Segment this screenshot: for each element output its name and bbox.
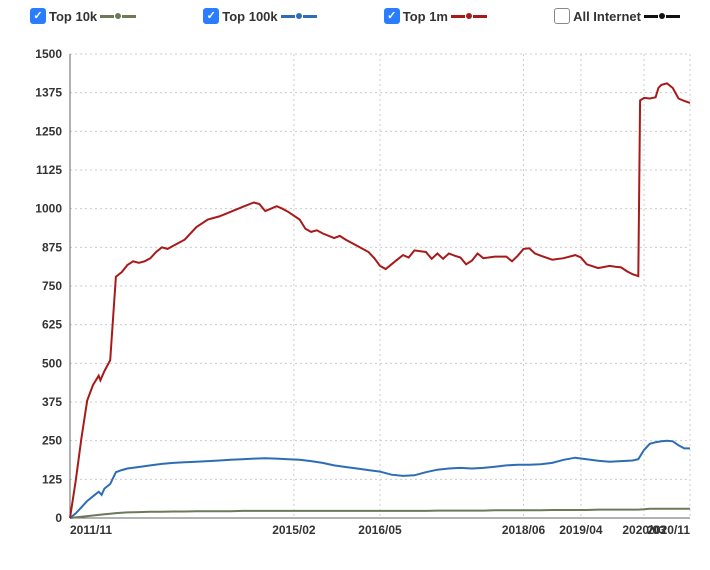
svg-text:875: 875	[42, 240, 62, 254]
dot-icon	[115, 13, 121, 19]
svg-text:250: 250	[42, 434, 62, 448]
svg-text:750: 750	[42, 279, 62, 293]
line-swatch	[303, 15, 317, 18]
svg-text:2011/11: 2011/11	[70, 523, 112, 537]
dot-icon	[296, 13, 302, 19]
checkbox-top100k[interactable]: ✓	[203, 8, 219, 24]
checkbox-all-internet[interactable]	[554, 8, 570, 24]
legend: ✓ Top 10k ✓ Top 100k ✓ Top 1m All Intern…	[0, 0, 710, 28]
dot-icon	[659, 13, 665, 19]
svg-text:2019/04: 2019/04	[559, 523, 603, 537]
legend-label: All Internet	[573, 9, 641, 24]
svg-text:625: 625	[42, 318, 62, 332]
legend-label: Top 100k	[222, 9, 277, 24]
legend-label: Top 10k	[49, 9, 97, 24]
svg-text:1125: 1125	[36, 163, 62, 177]
checkbox-top10k[interactable]: ✓	[30, 8, 46, 24]
legend-item-all-internet[interactable]: All Internet	[554, 8, 680, 24]
svg-text:125: 125	[42, 472, 62, 486]
legend-swatch	[644, 13, 680, 19]
svg-text:0: 0	[55, 511, 62, 525]
svg-text:2020/11: 2020/11	[647, 523, 690, 537]
legend-label: Top 1m	[403, 9, 448, 24]
line-swatch	[281, 15, 295, 18]
svg-text:1250: 1250	[35, 124, 62, 138]
legend-swatch	[100, 13, 136, 19]
checkbox-top1m[interactable]: ✓	[384, 8, 400, 24]
legend-swatch	[451, 13, 487, 19]
line-swatch	[644, 15, 658, 18]
legend-item-top10k[interactable]: ✓ Top 10k	[30, 8, 136, 24]
svg-text:1375: 1375	[35, 86, 62, 100]
chart-svg: 0 125 250 375 500 625 750 875 1000 1125 1250 1375 15…	[10, 40, 700, 560]
svg-text:375: 375	[42, 395, 62, 409]
line-swatch	[100, 15, 114, 18]
line-swatch	[473, 15, 487, 18]
svg-text:2016/05: 2016/05	[358, 523, 402, 537]
svg-text:500: 500	[42, 356, 62, 370]
legend-swatch	[281, 13, 317, 19]
line-swatch	[666, 15, 680, 18]
legend-item-top100k[interactable]: ✓ Top 100k	[203, 8, 316, 24]
legend-item-top1m[interactable]: ✓ Top 1m	[384, 8, 487, 24]
svg-text:1000: 1000	[35, 202, 62, 216]
line-swatch	[122, 15, 136, 18]
chart[interactable]: 0 125 250 375 500 625 750 875 1000 1125 1250 1375 15…	[10, 40, 700, 560]
dot-icon	[466, 13, 472, 19]
line-swatch	[451, 15, 465, 18]
svg-text:2015/02: 2015/02	[272, 523, 316, 537]
svg-text:1500: 1500	[35, 47, 62, 61]
svg-text:2018/06: 2018/06	[502, 523, 546, 537]
